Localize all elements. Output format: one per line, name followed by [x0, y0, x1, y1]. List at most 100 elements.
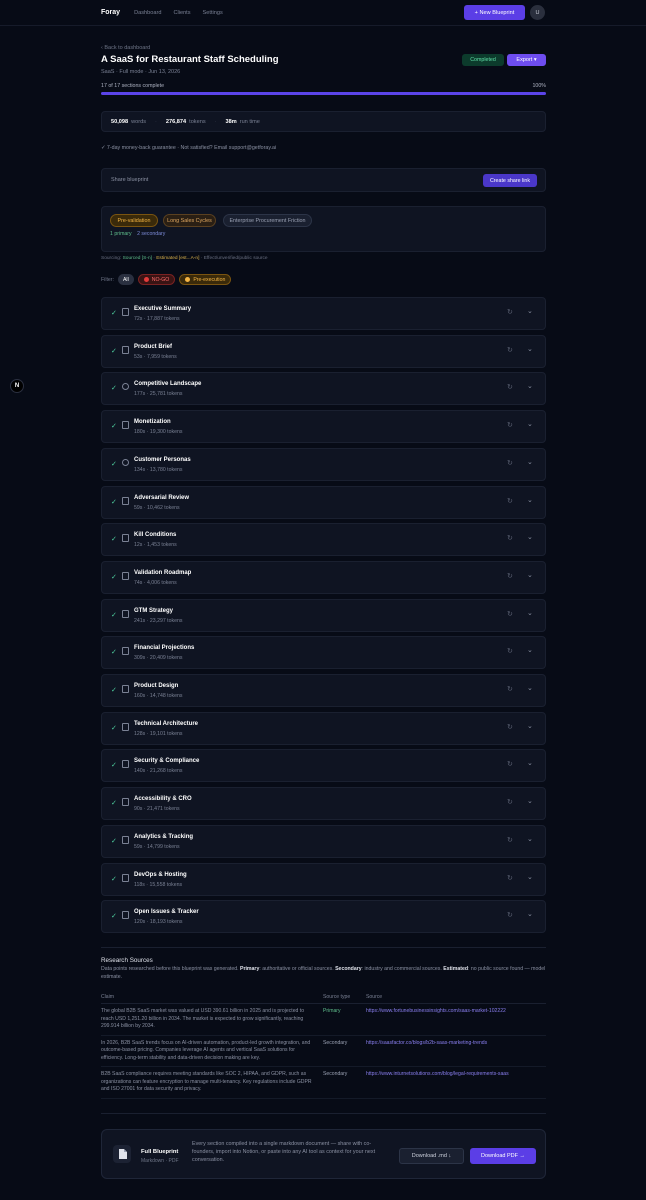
section-row[interactable]: ✓ Validation Roadmap 74s · 4,006 tokens ↻ ⌄	[101, 560, 546, 594]
top-nav: Foray Dashboard Clients Settings	[0, 0, 646, 26]
refresh-icon[interactable]: ↻	[507, 346, 513, 354]
filter-nogo-label: NO-GO	[151, 276, 170, 283]
section-meta: 140s · 21,268 tokens	[134, 768, 183, 775]
refresh-icon[interactable]: ↻	[507, 308, 513, 316]
refresh-icon[interactable]: ↻	[507, 383, 513, 391]
section-name: Executive Summary	[134, 306, 192, 312]
section-row[interactable]: ✓ Kill Conditions 12s · 1,453 tokens ↻ ⌄	[101, 523, 546, 557]
runtime-label: run time	[239, 118, 260, 125]
chevron-down-icon[interactable]: ⌄	[527, 533, 533, 541]
document-icon	[122, 496, 129, 505]
tag-long-sales-cycles[interactable]: Long Sales Cycles	[163, 214, 216, 227]
chevron-down-icon[interactable]: ⌄	[527, 797, 533, 805]
document-icon	[122, 722, 129, 731]
source-link[interactable]: https://saasfactor.co/blogs/b2b-saas-mar…	[366, 1040, 546, 1063]
filter-pre-execution-chip[interactable]: Pre-execution	[179, 274, 232, 285]
section-name: Competitive Landscape	[134, 381, 202, 388]
section-row[interactable]: ✓ Monetization 180s · 19,300 tokens ↻ ⌄	[101, 410, 546, 444]
section-row[interactable]: ✓ Competitive Landscape 177s · 25,781 toke…	[101, 372, 546, 406]
filter-all-chip[interactable]: All	[117, 274, 134, 285]
tag-pre-validation[interactable]: Pre-validation	[110, 214, 158, 227]
secondary-count: 2 secondary	[137, 231, 166, 237]
section-name: Monetization	[134, 419, 171, 426]
document-icon	[122, 647, 129, 656]
refresh-icon[interactable]: ↻	[507, 610, 513, 618]
refresh-icon[interactable]: ↻	[507, 911, 513, 919]
chevron-down-icon[interactable]: ⌄	[527, 759, 533, 767]
create-share-link-button[interactable]: Create share link	[483, 174, 537, 187]
divider	[101, 947, 546, 948]
download-pdf-button[interactable]: Download PDF →	[470, 1148, 536, 1164]
section-row[interactable]: ✓ Financial Projections 309s · 20,409 toke…	[101, 636, 546, 670]
filter-nogo-chip[interactable]: NO-GO	[137, 274, 176, 285]
refresh-icon[interactable]: ↻	[507, 647, 513, 655]
nav-link-dashboard[interactable]: Dashboard	[134, 10, 161, 16]
chevron-down-icon[interactable]: ⌄	[527, 646, 533, 654]
filter-bar: Filter: All NO-GO Pre-execution	[101, 274, 232, 285]
refresh-icon[interactable]: ↻	[507, 534, 513, 542]
back-link[interactable]: ‹ Back to dashboard	[101, 45, 150, 51]
refresh-icon[interactable]: ↻	[507, 572, 513, 580]
check-icon: ✓	[111, 460, 117, 468]
section-row[interactable]: ✓ Product Design 160s · 14,748 tokens ↻ ⌄	[101, 674, 546, 707]
chevron-down-icon[interactable]: ⌄	[527, 609, 533, 617]
section-row[interactable]: ✓ GTM Strategy 241s · 23,297 tokens ↻ ⌄	[101, 598, 546, 632]
document-icon	[113, 1145, 131, 1163]
refresh-icon[interactable]: ↻	[507, 459, 513, 467]
section-row[interactable]: ✓ Adversarial Review 59s · 10,462 tokens ↻ ⌄	[101, 485, 546, 519]
chevron-down-icon[interactable]: ⌄	[527, 420, 533, 428]
chevron-down-icon[interactable]: ⌄	[527, 873, 533, 881]
download-md-button[interactable]: Download .md ↓	[399, 1148, 464, 1164]
section-row[interactable]: ✓ Executive Summary 72s · 17,887 tokens ↻ ⌄	[101, 297, 546, 330]
section-row[interactable]: ✓ Technical Architecture 128s · 19,101 tok…	[101, 711, 546, 745]
type-cell: Primary	[323, 1008, 341, 1014]
chevron-down-icon[interactable]: ⌄	[527, 684, 533, 692]
nav-link-settings[interactable]: Settings	[203, 10, 223, 16]
section-meta: 118s · 15,558 tokens	[134, 881, 183, 888]
avatar[interactable]: U	[530, 5, 545, 20]
section-row[interactable]: ✓ Customer Personas 134s · 13,780 tokens ↻ ⌄	[101, 447, 546, 481]
tokens-label: tokens	[189, 118, 206, 125]
section-row[interactable]: ✓ Security & Compliance 140s · 21,268 toke…	[101, 749, 546, 783]
page-title: A SaaS for Restaurant Staff Scheduling	[101, 54, 279, 65]
search-icon	[122, 458, 129, 466]
check-icon: ✓	[111, 611, 117, 619]
chevron-down-icon[interactable]: ⌄	[527, 307, 533, 315]
tag-enterprise-procurement[interactable]: Enterprise Procurement Friction	[223, 214, 312, 227]
chevron-down-icon[interactable]: ⌄	[527, 910, 533, 918]
refresh-icon[interactable]: ↻	[507, 760, 513, 768]
chevron-down-icon[interactable]: ⌄	[527, 835, 533, 843]
chevron-down-icon[interactable]: ⌄	[527, 382, 533, 390]
section-row[interactable]: ✓ DevOps & Hosting 118s · 15,558 tokens ↻ ⌄	[101, 862, 546, 896]
check-icon: ✓	[111, 385, 117, 393]
chevron-down-icon[interactable]: ⌄	[527, 496, 533, 504]
refresh-icon[interactable]: ↻	[507, 723, 513, 731]
chevron-down-icon[interactable]: ⌄	[527, 571, 533, 579]
source-link[interactable]: https://www.fortunebusinessinsights.com/…	[366, 1008, 546, 1031]
chevron-down-icon[interactable]: ⌄	[527, 345, 533, 353]
refresh-icon[interactable]: ↻	[507, 421, 513, 429]
section-row[interactable]: ✓ Analytics & Tracking 59s · 14,799 tokens…	[101, 824, 546, 858]
refresh-icon[interactable]: ↻	[507, 798, 513, 806]
export-button[interactable]: Export ▾	[507, 54, 546, 66]
legend-estimated: Estimated [est...A-n]	[156, 256, 200, 261]
document-icon	[122, 308, 129, 316]
refresh-icon[interactable]: ↻	[507, 685, 513, 693]
legend-suffix: Effect/unverified/public source	[203, 256, 268, 261]
refresh-icon[interactable]: ↻	[507, 874, 513, 882]
source-link[interactable]: https://www.inturnetsolutions.com/blog/l…	[366, 1071, 546, 1094]
new-blueprint-button[interactable]: + New Blueprint	[464, 5, 525, 20]
section-name: Security & Compliance	[134, 758, 200, 765]
claim-cell: In 2026, B2B SaaS trends focus on AI-dri…	[101, 1039, 311, 1061]
refresh-icon[interactable]: ↻	[507, 836, 513, 844]
research-table: Claim Source type Source The global B2B …	[101, 990, 546, 1099]
section-row[interactable]: ✓ Open Issues & Tracker 120s · 18,193 toke…	[101, 900, 546, 934]
brand-logo[interactable]: Foray	[101, 9, 120, 16]
refresh-icon[interactable]: ↻	[507, 497, 513, 505]
nav-link-clients[interactable]: Clients	[173, 10, 190, 16]
section-row[interactable]: ✓ Accessibility & CRO 90s · 21,471 tokens ↻…	[101, 787, 546, 821]
floating-n-badge[interactable]: N	[10, 379, 24, 393]
chevron-down-icon[interactable]: ⌄	[527, 458, 533, 466]
chevron-down-icon[interactable]: ⌄	[527, 722, 533, 730]
section-row[interactable]: ✓ Product Brief 53s · 7,959 tokens ↻ ⌄	[101, 334, 546, 368]
